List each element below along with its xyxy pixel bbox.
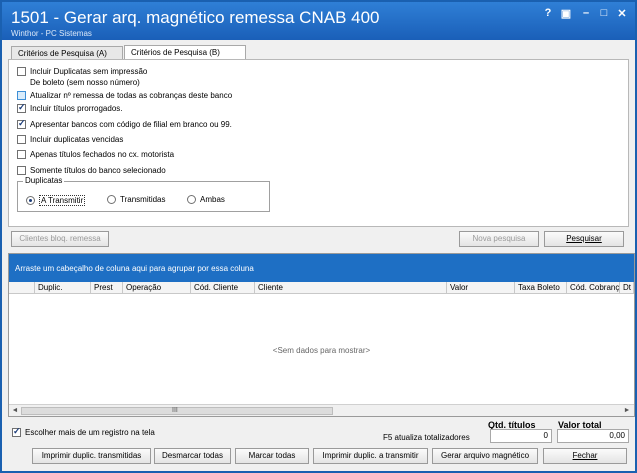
imprimir-transmitidas-button[interactable]: Imprimir duplic. transmitidas	[32, 448, 151, 464]
grid-header: Duplic. Prest Operação Cód. Cliente Clie…	[9, 282, 634, 294]
checkbox[interactable]	[17, 67, 26, 76]
radio-ambas[interactable]: Ambas	[187, 195, 225, 204]
column-header[interactable]: Prest	[91, 282, 123, 294]
option-label: Somente títulos do banco selecionado	[30, 166, 166, 175]
minimize-icon[interactable]: –	[578, 7, 594, 19]
group-legend: Duplicatas	[23, 176, 65, 185]
option-label: Apenas títulos fechados no cx. motorista	[30, 150, 175, 159]
option-incluir-prorrogados[interactable]: Incluir títulos prorrogados.	[17, 102, 123, 115]
option-incluir-sem-impressao[interactable]: Incluir Duplicatas sem impressão De bole…	[17, 66, 148, 87]
maximize-icon[interactable]: □	[596, 7, 612, 19]
column-header[interactable]: Cód. Cobrança	[567, 282, 620, 294]
f5-hint: F5 atualiza totalizadores	[383, 433, 470, 442]
marcar-todas-button[interactable]: Marcar todas	[235, 448, 309, 464]
duplicatas-group: Duplicatas A Transmitir Transmitidas Amb…	[17, 176, 270, 212]
checkbox[interactable]	[17, 150, 26, 159]
gerar-arquivo-button[interactable]: Gerar arquivo magnético	[432, 448, 538, 464]
clientes-bloq-button[interactable]: Clientes bloq. remessa	[11, 231, 109, 247]
fechar-button[interactable]: Fechar	[543, 448, 627, 464]
checkbox[interactable]	[17, 91, 26, 100]
option-atualizar-remessa[interactable]: Atualizar nº remessa de todas as cobranç…	[17, 90, 232, 102]
option-label: Incluir títulos prorrogados.	[30, 104, 123, 113]
option-label: Atualizar nº remessa de todas as cobranç…	[30, 91, 233, 100]
radio-label: A Transmitir	[39, 195, 86, 206]
scroll-thumb[interactable]: III	[21, 407, 333, 415]
app-window: 1501 - Gerar arq. magnético remessa CNAB…	[0, 0, 637, 473]
option-incluir-vencidas[interactable]: Incluir duplicatas vencidas	[17, 134, 123, 146]
radio-label: Transmitidas	[120, 195, 166, 204]
valor-total-field: 0,00	[557, 429, 629, 443]
nova-pesquisa-button[interactable]: Nova pesquisa	[459, 231, 539, 247]
qtd-titulos-field: 0	[490, 429, 552, 443]
column-header[interactable]: Cód. Cliente	[191, 282, 255, 294]
option-bancos-filial[interactable]: Apresentar bancos com código de filial e…	[17, 118, 232, 131]
scroll-left-icon[interactable]: ◄	[10, 406, 20, 416]
radio-transmitidas[interactable]: Transmitidas	[107, 195, 166, 204]
results-grid: Arraste um cabeçalho de coluna aqui para…	[8, 253, 635, 417]
option-label: Incluir duplicatas vencidas	[30, 135, 124, 144]
restore-icon[interactable]: ▣	[558, 7, 574, 20]
close-icon[interactable]: ✕	[614, 7, 630, 20]
radio-dot[interactable]	[107, 195, 116, 204]
imprimir-a-transmitir-button[interactable]: Imprimir duplic. a transmitir	[313, 448, 428, 464]
radio-a-transmitir[interactable]: A Transmitir	[26, 195, 86, 206]
column-header[interactable]: Cliente	[255, 282, 447, 294]
checkbox[interactable]	[17, 166, 26, 175]
column-header[interactable]: Operação	[123, 282, 191, 294]
radio-dot[interactable]	[26, 196, 35, 205]
choose-multiple-label: Escolher mais de um registro na tela	[25, 427, 155, 437]
help-icon[interactable]: ?	[540, 7, 556, 19]
option-fechados-motorista[interactable]: Apenas títulos fechados no cx. motorista	[17, 149, 174, 161]
tab-criterios-a[interactable]: Critérios de Pesquisa (A)	[11, 46, 123, 60]
desmarcar-todas-button[interactable]: Desmarcar todas	[154, 448, 231, 464]
title-bar[interactable]: 1501 - Gerar arq. magnético remessa CNAB…	[2, 2, 635, 40]
pesquisar-button[interactable]: Pesquisar	[544, 231, 624, 247]
window-title: 1501 - Gerar arq. magnético remessa CNAB…	[11, 8, 380, 27]
scroll-grip: III	[172, 407, 178, 414]
radio-dot[interactable]	[187, 195, 196, 204]
horizontal-scrollbar[interactable]: ◄ III ►	[9, 404, 634, 416]
checkbox[interactable]	[17, 135, 26, 144]
radio-label: Ambas	[200, 195, 225, 204]
option-label-line2: De boleto (sem nosso número)	[30, 78, 140, 87]
select-all-column[interactable]	[9, 282, 35, 294]
empty-message: <Sem dados para mostrar>	[272, 346, 371, 355]
group-by-bar[interactable]: Arraste um cabeçalho de coluna aqui para…	[9, 254, 634, 282]
scroll-right-icon[interactable]: ►	[622, 406, 632, 416]
option-label: Apresentar bancos com código de filial e…	[30, 120, 232, 129]
column-header[interactable]: Dt	[620, 282, 634, 294]
option-label: Incluir Duplicatas sem impressão	[30, 67, 148, 76]
column-header[interactable]: Duplic.	[35, 282, 91, 294]
checkbox[interactable]	[12, 426, 21, 437]
column-header[interactable]: Taxa Boleto	[515, 282, 567, 294]
checkbox[interactable]	[17, 102, 26, 113]
tab-criterios-b[interactable]: Critérios de Pesquisa (B)	[124, 45, 246, 60]
criteria-panel: Incluir Duplicatas sem impressão De bole…	[8, 59, 629, 227]
checkbox[interactable]	[17, 118, 26, 129]
column-header[interactable]: Valor	[447, 282, 515, 294]
window-subtitle: Winthor - PC Sistemas	[11, 29, 92, 38]
choose-multiple-checkbox[interactable]: Escolher mais de um registro na tela	[12, 426, 155, 437]
